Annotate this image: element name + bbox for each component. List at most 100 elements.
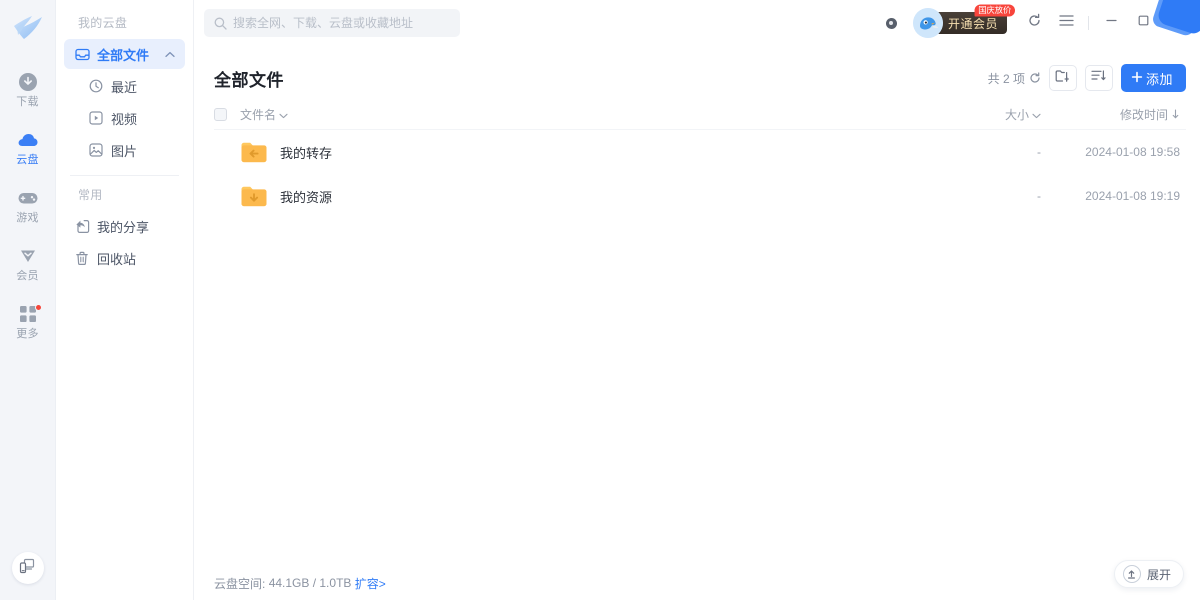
top-bar: 开通会员 国庆放价 — [194, 0, 1200, 46]
column-header-size-label: 大小 — [1004, 108, 1029, 122]
app-window: 下载 云盘 游戏 会员 更多 我的云盘 全部文件 最近 视频 图片 常用 我的分… — [0, 0, 1200, 600]
image-icon — [88, 142, 104, 158]
select-all-checkbox[interactable] — [214, 108, 227, 121]
video-icon — [88, 110, 104, 126]
sidebar-item-label: 最近 — [111, 79, 138, 95]
main-area: 开通会员 国庆放价 — [194, 0, 1200, 600]
row-name-cell: 我的转存 — [240, 139, 921, 165]
notice-dot-icon[interactable] — [885, 17, 897, 29]
share-icon — [74, 218, 90, 234]
sidebar-item-my-shares[interactable]: 我的分享 — [64, 211, 185, 241]
sort-descending-icon — [1171, 108, 1180, 122]
maximize-button[interactable] — [1128, 9, 1158, 37]
table-header: 文件名 大小 修改时间 — [214, 100, 1186, 130]
phone-to-pc-icon — [19, 558, 36, 579]
search-box[interactable] — [204, 9, 460, 37]
item-count: 共 2 项 — [988, 70, 1041, 87]
add-button-label: 添加 — [1145, 71, 1173, 87]
row-size-cell: - — [1037, 145, 1041, 159]
plus-icon — [1131, 71, 1143, 86]
row-time-cell: 2024-01-08 19:19 — [1085, 189, 1180, 203]
table-row[interactable]: 我的资源 - 2024-01-08 19:19 — [214, 174, 1186, 218]
sidebar-item-video[interactable]: 视频 — [64, 103, 185, 133]
column-header-time-label: 修改时间 — [1119, 108, 1168, 122]
gamepad-icon — [17, 187, 39, 209]
upload-icon — [1122, 565, 1141, 583]
minimize-icon — [1105, 14, 1118, 32]
sidebar-item-label: 回收站 — [97, 251, 137, 267]
new-folder-button[interactable] — [1048, 65, 1077, 91]
sidebar-item-recent[interactable]: 最近 — [64, 71, 185, 101]
file-list: 我的转存 - 2024-01-08 19:58 我的资源 - 2024-01-0… — [214, 130, 1186, 218]
avatar[interactable] — [912, 8, 943, 38]
page-header: 全部文件 共 2 项 添加 — [214, 56, 1186, 100]
rail-item-more[interactable]: 更多 — [0, 294, 56, 350]
notification-dot-icon — [34, 304, 42, 311]
search-input[interactable] — [233, 16, 450, 30]
expand-transfer-panel-button[interactable]: 展开 — [1113, 560, 1184, 588]
rail-item-label: 云盘 — [16, 154, 39, 167]
expand-storage-link[interactable]: 扩容> — [355, 575, 386, 592]
rail-item-label: 更多 — [16, 328, 39, 341]
diamond-icon — [18, 245, 38, 267]
sort-button[interactable] — [1084, 65, 1113, 91]
grid-more-icon — [19, 303, 37, 325]
row-time-cell: 2024-01-08 19:58 — [1085, 145, 1180, 159]
download-circle-icon — [18, 71, 38, 93]
minimize-button[interactable] — [1096, 9, 1126, 37]
search-icon — [214, 17, 227, 30]
storage-value: 44.1GB / 1.0TB — [268, 576, 352, 590]
new-folder-icon — [1055, 69, 1070, 88]
header-toolbar: 共 2 项 添加 — [988, 64, 1186, 92]
sidebar-item-label: 我的分享 — [97, 219, 150, 235]
rail-item-games[interactable]: 游戏 — [0, 178, 56, 234]
rail-item-label: 会员 — [16, 270, 39, 283]
remote-transfer-button[interactable] — [11, 552, 44, 584]
add-button[interactable]: 添加 — [1120, 64, 1186, 92]
sidebar-item-recycle-bin[interactable]: 回收站 — [64, 243, 185, 273]
folder-download-icon — [240, 183, 268, 209]
storage-label: 云盘空间: — [214, 576, 266, 591]
sidebar-section-cloud: 我的云盘 — [78, 16, 128, 30]
sidebar-section-common: 常用 — [78, 188, 103, 202]
promo-tag: 国庆放价 — [974, 4, 1015, 17]
menu-button[interactable] — [1051, 9, 1081, 37]
left-rail: 下载 云盘 游戏 会员 更多 — [0, 0, 56, 600]
rail-item-member[interactable]: 会员 — [0, 236, 56, 292]
column-header-name[interactable]: 文件名 — [240, 106, 921, 123]
inbox-icon — [74, 46, 90, 62]
sidebar-item-images[interactable]: 图片 — [64, 135, 185, 165]
status-bar: 云盘空间: 44.1GB / 1.0TB 扩容> 展开 — [194, 560, 1200, 600]
column-header-name-label: 文件名 — [240, 108, 277, 122]
rail-item-cloud[interactable]: 云盘 — [0, 120, 56, 176]
column-header-size[interactable]: 大小 — [921, 106, 1041, 123]
refresh-history-icon — [1027, 13, 1042, 33]
sidebar-item-label: 视频 — [111, 111, 138, 127]
sidebar-item-all-files[interactable]: 全部文件 — [64, 39, 185, 69]
refresh-icon[interactable] — [1029, 72, 1041, 84]
sidebar-item-label: 全部文件 — [97, 47, 150, 63]
sidebar: 我的云盘 全部文件 最近 视频 图片 常用 我的分享 回收站 — [56, 0, 194, 600]
close-icon — [1169, 14, 1182, 32]
row-name-label: 我的转存 — [280, 145, 333, 161]
rail-item-label: 游戏 — [16, 212, 39, 225]
column-header-time[interactable]: 修改时间 — [1041, 106, 1186, 123]
close-button[interactable] — [1160, 9, 1190, 37]
page-title: 全部文件 — [214, 70, 284, 90]
chevron-up-icon[interactable] — [165, 51, 175, 58]
sidebar-divider — [70, 175, 179, 176]
rail-item-download[interactable]: 下载 — [0, 62, 56, 118]
chevron-down-icon — [1032, 108, 1041, 122]
item-count-label: 共 2 项 — [987, 71, 1025, 86]
window-controls-divider — [1088, 16, 1089, 30]
trash-icon — [74, 250, 90, 266]
history-button[interactable] — [1019, 9, 1049, 37]
chevron-down-icon — [279, 108, 288, 122]
table-row[interactable]: 我的转存 - 2024-01-08 19:58 — [214, 130, 1186, 174]
file-browser: 全部文件 共 2 项 添加 文件名 大小 修改时间 我的转存 - 2024-01… — [194, 46, 1200, 566]
app-logo — [0, 0, 56, 56]
rail-item-list: 下载 云盘 游戏 会员 更多 — [0, 62, 55, 352]
vip-upgrade-area[interactable]: 开通会员 国庆放价 — [912, 4, 1015, 38]
expand-pill-label: 展开 — [1146, 567, 1171, 582]
rail-item-label: 下载 — [16, 96, 39, 109]
